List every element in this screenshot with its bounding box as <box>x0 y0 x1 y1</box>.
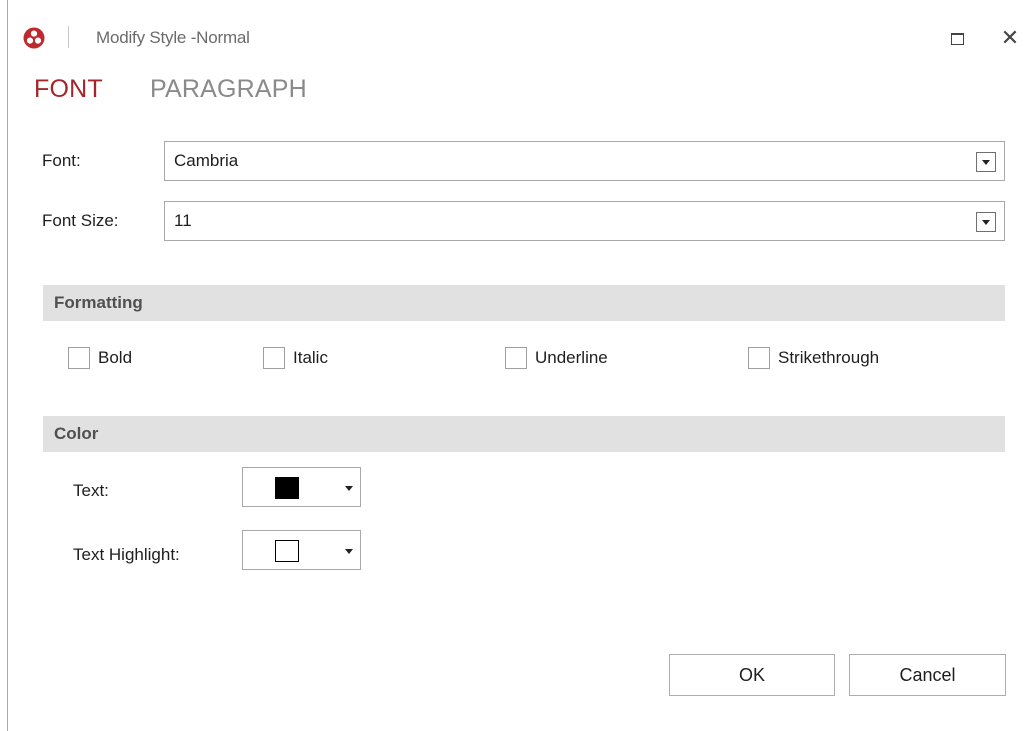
font-size-value: 11 <box>174 211 192 230</box>
maximize-button[interactable] <box>944 26 970 52</box>
close-button[interactable]: ✕ <box>996 24 1024 52</box>
close-icon: ✕ <box>1000 25 1020 50</box>
font-combobox[interactable]: Cambria <box>164 141 1005 181</box>
ok-button[interactable]: OK <box>669 654 835 696</box>
bold-label: Bold <box>98 348 133 367</box>
tab-paragraph[interactable]: PARAGRAPH <box>150 75 307 104</box>
color-header-label: Color <box>54 424 99 443</box>
font-value: Cambria <box>174 151 239 170</box>
checkbox-box[interactable] <box>68 347 90 369</box>
color-section-header: Color <box>43 416 1005 452</box>
maximize-icon <box>950 33 964 45</box>
checkbox-box[interactable] <box>505 347 527 369</box>
font-size-combobox[interactable]: 11 <box>164 201 1005 241</box>
italic-label: Italic <box>293 348 328 367</box>
window-title: Modify Style -Normal <box>96 28 250 47</box>
checkbox-box[interactable] <box>263 347 285 369</box>
title-separator <box>68 26 69 48</box>
font-size-label: Font Size: <box>42 211 119 230</box>
window-border <box>7 0 8 731</box>
chevron-down-icon <box>345 486 353 491</box>
highlight-color-swatch <box>275 540 299 562</box>
strikethrough-label: Strikethrough <box>778 348 880 367</box>
chevron-down-icon <box>345 549 353 554</box>
font-label: Font: <box>42 151 81 170</box>
text-color-picker[interactable] <box>242 467 361 507</box>
text-color-swatch <box>275 477 299 499</box>
formatting-section-header: Formatting <box>43 285 1005 321</box>
font-dropdown-button[interactable] <box>976 152 996 172</box>
tab-font[interactable]: FONT <box>34 75 103 104</box>
text-color-label: Text: <box>73 481 109 500</box>
highlight-color-label: Text Highlight: <box>73 545 180 564</box>
cancel-button[interactable]: Cancel <box>849 654 1006 696</box>
underline-label: Underline <box>535 348 608 367</box>
highlight-color-picker[interactable] <box>242 530 361 570</box>
chevron-down-icon <box>982 159 990 165</box>
formatting-header-label: Formatting <box>54 293 143 312</box>
checkbox-box[interactable] <box>748 347 770 369</box>
italic-checkbox[interactable]: Italic <box>263 344 328 372</box>
app-logo-icon <box>23 27 45 49</box>
modify-style-dialog: Modify Style -Normal ✕ FONT PARAGRAPH Fo… <box>0 0 1028 731</box>
underline-checkbox[interactable]: Underline <box>505 344 608 372</box>
chevron-down-icon <box>982 219 990 225</box>
bold-checkbox[interactable]: Bold <box>68 344 132 372</box>
strikethrough-checkbox[interactable]: Strikethrough <box>748 344 879 372</box>
font-size-dropdown-button[interactable] <box>976 212 996 232</box>
